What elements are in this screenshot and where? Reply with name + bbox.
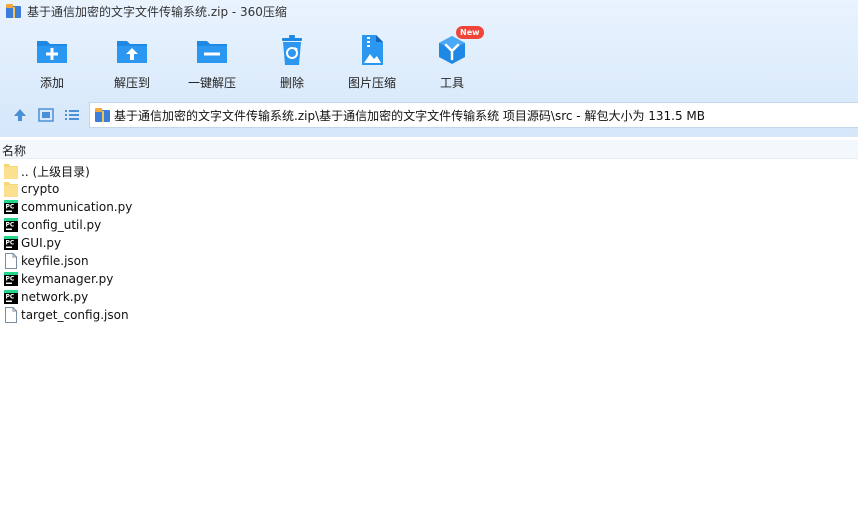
column-header-label: 名称	[2, 144, 27, 158]
file-name: GUI.py	[21, 236, 62, 250]
svg-text:PC: PC	[6, 240, 15, 247]
top-panel: 基于通信加密的文字文件传输系统.zip - 360压缩 添加 解压到 一键解压 …	[0, 0, 858, 137]
address-path: 基于通信加密的文字文件传输系统.zip\基于通信加密的文字文件传输系统 项目源码…	[114, 108, 706, 123]
file-list: .. (上级目录) crypto PC communication.py PC …	[0, 162, 858, 324]
list-item-file[interactable]: PC config_util.py	[0, 216, 858, 234]
list-item-parent-dir[interactable]: .. (上级目录)	[0, 162, 858, 180]
file-name: network.py	[21, 290, 89, 304]
list-item-file[interactable]: PC network.py	[0, 288, 858, 306]
file-name: keymanager.py	[21, 272, 114, 286]
delete-label: 删除	[279, 76, 304, 90]
add-folder-icon	[37, 41, 67, 63]
tools-button[interactable]: New 工具	[412, 26, 492, 92]
address-bar[interactable]: 基于通信加密的文字文件传输系统.zip\基于通信加密的文字文件传输系统 项目源码…	[89, 102, 858, 128]
file-name: communication.py	[21, 200, 133, 214]
svg-text:PC: PC	[6, 294, 15, 301]
list-item-file[interactable]: PC keymanager.py	[0, 270, 858, 288]
file-name: target_config.json	[21, 308, 129, 322]
column-header-name[interactable]: 名称	[0, 140, 858, 159]
svg-text:PC: PC	[6, 276, 15, 283]
extract-to-label: 解压到	[113, 76, 150, 90]
list-item-file[interactable]: keyfile.json	[0, 252, 858, 270]
navigation-bar: 基于通信加密的文字文件传输系统.zip\基于通信加密的文字文件传输系统 项目源码…	[0, 100, 858, 130]
pycharm-file-icon: PC	[4, 200, 18, 214]
archive-app-icon	[6, 4, 21, 18]
file-name: keyfile.json	[21, 254, 89, 268]
extract-folder-icon	[117, 41, 147, 63]
list-view-icon[interactable]	[63, 106, 81, 124]
list-item-folder[interactable]: crypto	[0, 180, 858, 198]
one-click-extract-label: 一键解压	[187, 76, 236, 90]
image-compress-button[interactable]: 图片压缩	[332, 28, 412, 92]
one-click-extract-button[interactable]: 一键解压	[172, 28, 252, 92]
svg-text:PC: PC	[6, 222, 15, 229]
folder-icon	[4, 182, 18, 197]
tools-label: 工具	[439, 76, 464, 90]
image-zip-icon	[362, 35, 383, 65]
one-click-extract-icon	[197, 41, 227, 63]
list-item-file[interactable]: target_config.json	[0, 306, 858, 324]
extract-to-button[interactable]: 解压到	[92, 28, 172, 92]
thumbnail-view-icon[interactable]	[37, 106, 55, 124]
archive-icon	[95, 108, 110, 122]
file-name: config_util.py	[21, 218, 102, 232]
add-label: 添加	[39, 76, 64, 90]
image-compress-label: 图片压缩	[347, 76, 396, 90]
pycharm-file-icon: PC	[4, 218, 18, 232]
file-name: .. (上级目录)	[21, 164, 90, 179]
folder-icon	[4, 164, 18, 179]
up-arrow-icon[interactable]	[11, 106, 29, 124]
list-item-file[interactable]: PC GUI.py	[0, 234, 858, 252]
tools-icon-wrap: New	[434, 26, 484, 68]
svg-text:PC: PC	[6, 204, 15, 211]
window-title: 基于通信加密的文字文件传输系统.zip - 360压缩	[27, 4, 287, 19]
generic-file-icon	[5, 253, 17, 269]
delete-button[interactable]: 删除	[252, 28, 332, 92]
pycharm-file-icon: PC	[4, 290, 18, 304]
toolbar: 添加 解压到 一键解压 删除 图片压缩 New 工具	[0, 26, 858, 92]
file-name: crypto	[21, 182, 60, 196]
trash-recycle-icon	[282, 35, 302, 65]
add-button[interactable]: 添加	[12, 28, 92, 92]
new-badge: New	[456, 26, 484, 39]
list-item-file[interactable]: PC communication.py	[0, 198, 858, 216]
title-bar: 基于通信加密的文字文件传输系统.zip - 360压缩	[0, 0, 858, 22]
pycharm-file-icon: PC	[4, 272, 18, 286]
pycharm-file-icon: PC	[4, 236, 18, 250]
generic-file-icon	[5, 307, 17, 323]
